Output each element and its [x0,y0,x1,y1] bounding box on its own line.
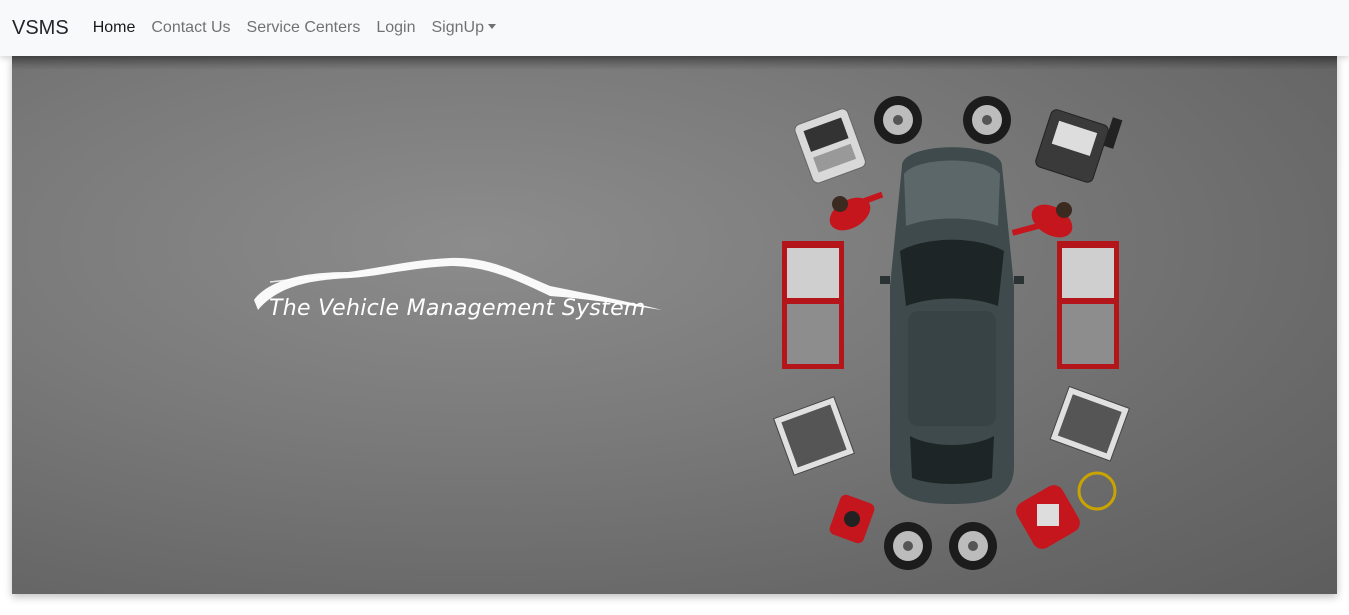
navbar-shadow [12,56,1337,70]
tire-icon [963,96,1011,144]
cable-coil [1077,471,1117,511]
tool-tray-icon [773,396,855,476]
tire-icon [949,522,997,570]
tool-tray-icon [1049,385,1131,462]
mechanic-figure [829,191,884,231]
nav-home[interactable]: Home [85,19,144,37]
tire-changer-icon [829,494,875,544]
diagnostic-machine-icon [1035,109,1123,183]
mechanic-figure [1011,202,1073,238]
top-navbar: VSMS Home Contact Us Service Centers Log… [0,0,1349,56]
tool-cart-icon [1057,241,1119,369]
nav-signup-dropdown[interactable]: SignUp [424,19,504,37]
diagnostic-machine-icon [794,108,866,184]
nav-contact-us[interactable]: Contact Us [143,19,238,37]
tool-cart-icon [782,241,844,369]
wheel-balancer-icon [1016,485,1080,549]
nav-service-centers[interactable]: Service Centers [239,19,369,37]
hero-tagline: The Vehicle Management System [269,296,646,321]
car-top-view [880,147,1024,504]
car-service-illustration [773,96,1131,570]
nav-signup-label: SignUp [431,19,484,36]
chevron-down-icon [487,24,496,29]
brand-logo[interactable]: VSMS [12,17,69,40]
nav-login[interactable]: Login [368,19,423,37]
hero-banner: The Vehicle Management System [12,56,1337,594]
tire-icon [874,96,922,144]
tire-icon [884,522,932,570]
